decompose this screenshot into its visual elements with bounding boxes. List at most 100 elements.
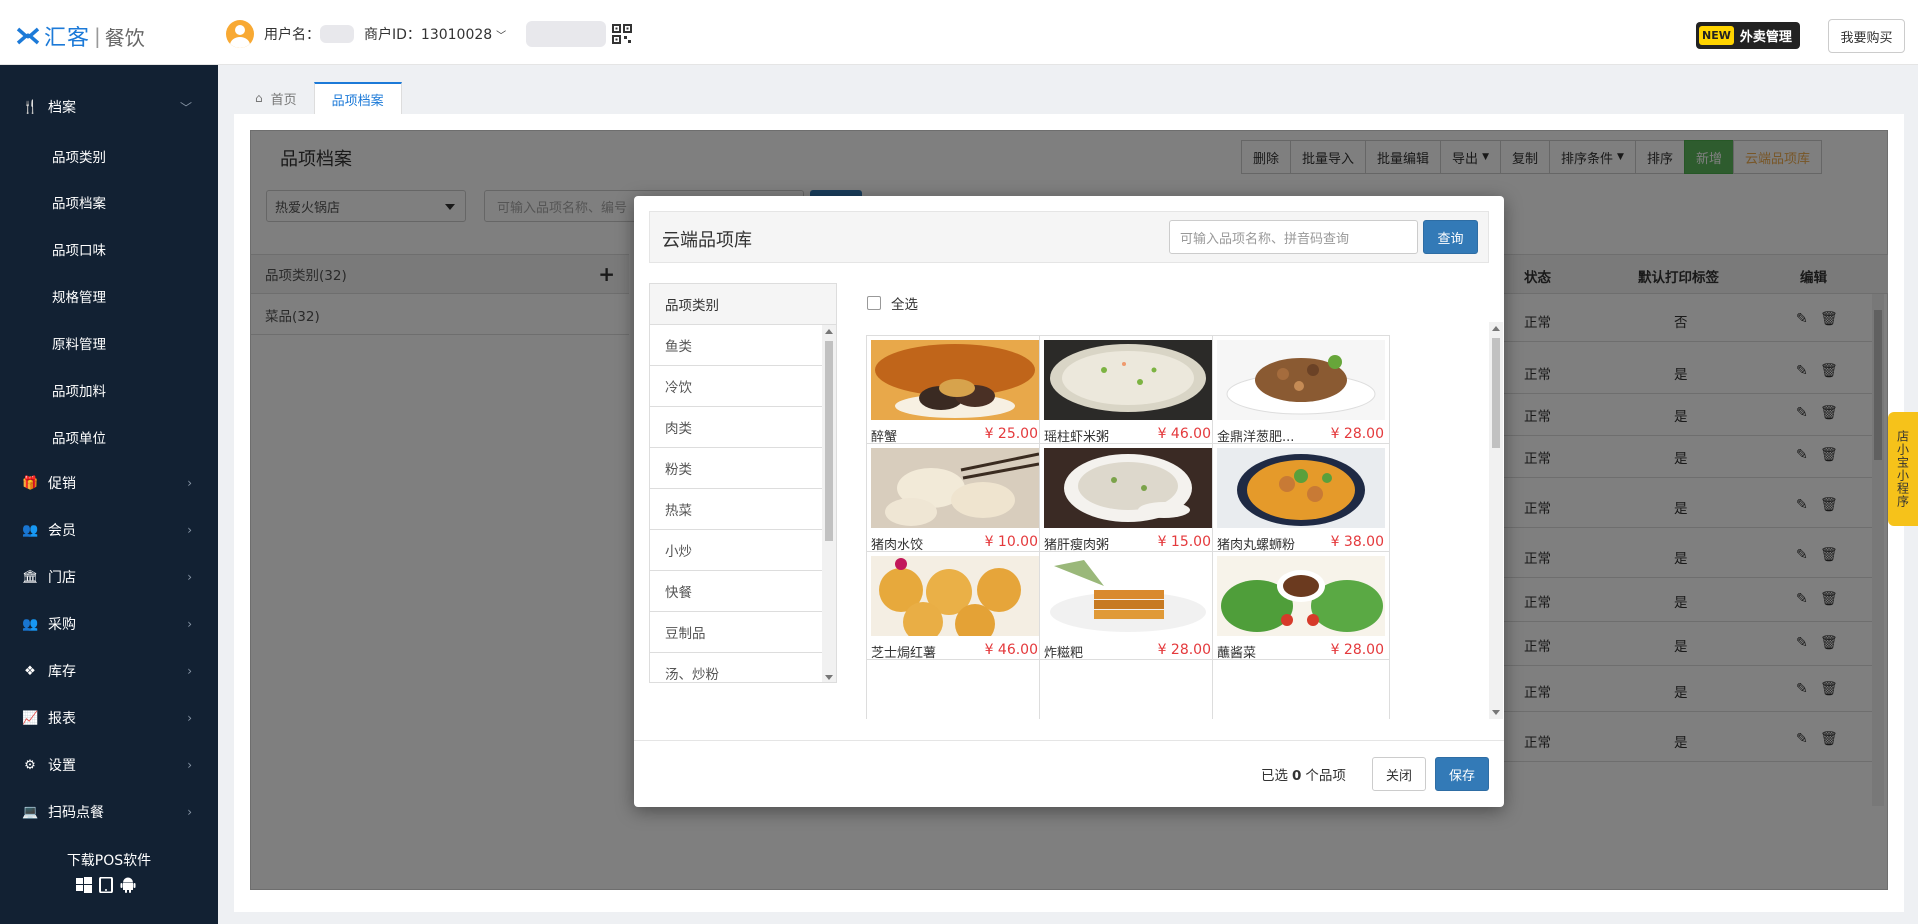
item-card[interactable]: 芝士焗红薯 ¥ 46.00	[866, 551, 1044, 668]
sidebar-sub-material[interactable]: 原料管理	[52, 333, 106, 353]
chevron-right-icon: ›	[187, 711, 192, 725]
item-photo	[1044, 340, 1212, 420]
chevron-right-icon: ›	[187, 758, 192, 772]
logo-separator: |	[94, 24, 101, 48]
close-button[interactable]: 关闭	[1372, 757, 1426, 791]
sidebar-item-store[interactable]: 🏛 门店 ›	[0, 557, 218, 597]
modal-category-item[interactable]: 粉类	[650, 448, 822, 489]
username-label: 用户名：	[264, 27, 320, 43]
modal-item-grid: 醉蟹 ¥ 25.00 瑶柱虾米粥 ¥ 46.00 金鼎洋葱肥... ¥ 28.00 猪肉水饺…	[866, 322, 1476, 719]
item-card[interactable]	[866, 659, 1044, 719]
scroll-down-icon[interactable]	[1492, 710, 1500, 715]
laptop-icon: 💻	[22, 804, 39, 820]
tablet-icon[interactable]	[99, 876, 113, 897]
modal-category-item[interactable]: 热菜	[650, 489, 822, 530]
chevron-right-icon: ›	[187, 805, 192, 819]
tab-home[interactable]: ⌂ 首页	[238, 82, 314, 114]
sidebar-item-settings[interactable]: ⚙ 设置 ›	[0, 745, 218, 785]
sidebar-sub-archive[interactable]: 品项档案	[52, 192, 106, 212]
sidebar-item-promotion[interactable]: 🎁 促销 ›	[0, 463, 218, 503]
select-all[interactable]: 全选	[867, 293, 918, 313]
modal-category-item[interactable]: 冷饮	[650, 366, 822, 407]
android-icon[interactable]	[120, 877, 136, 897]
sidebar-item-inventory[interactable]: ❖ 库存 ›	[0, 651, 218, 691]
modal-search-button[interactable]: 查询	[1423, 220, 1478, 254]
modal-category-header: 品项类别	[650, 284, 836, 325]
scroll-up-icon[interactable]	[825, 329, 833, 334]
tab-item-archive[interactable]: 品项档案	[313, 82, 402, 114]
modal-footer: 已选 0 个品项 关闭 保存	[634, 740, 1504, 807]
item-card[interactable]: 醉蟹 ¥ 25.00	[866, 335, 1044, 452]
gear-icon: ⚙	[24, 757, 36, 773]
sidebar-sub-spec[interactable]: 规格管理	[52, 286, 106, 306]
scrollbar-thumb[interactable]	[1492, 338, 1500, 448]
item-photo	[871, 448, 1039, 528]
item-card[interactable]: 猪肉水饺 ¥ 10.00	[866, 443, 1044, 560]
sidebar-item-report[interactable]: 📈 报表 ›	[0, 698, 218, 738]
new-badge: NEW	[1699, 26, 1734, 45]
sidebar-item-label: 促销	[48, 476, 76, 492]
category-scrollbar[interactable]	[822, 325, 836, 682]
item-card[interactable]: 金鼎洋葱肥... ¥ 28.00	[1212, 335, 1390, 452]
merchant-id[interactable]: 商户ID：13010028	[364, 24, 492, 44]
tab-label: 首页	[270, 92, 297, 108]
item-price: ¥ 10.00	[984, 534, 1038, 550]
scroll-down-icon[interactable]	[825, 675, 833, 680]
sidebar-item-label: 报表	[48, 711, 76, 727]
chevron-down-icon: ﹀	[179, 100, 192, 115]
sidebar-item-archive[interactable]: 🍴 档案 ﹀	[0, 87, 218, 127]
buy-button[interactable]: 我要购买	[1828, 19, 1905, 53]
item-grid-scrollbar[interactable]	[1489, 322, 1503, 719]
sidebar-sub-category[interactable]: 品项类别	[52, 146, 106, 166]
item-card[interactable]: 蘸酱菜 ¥ 28.00	[1212, 551, 1390, 668]
username-blurred	[320, 25, 354, 43]
modal-category-item[interactable]: 豆制品	[650, 612, 822, 653]
scroll-up-icon[interactable]	[1492, 326, 1500, 331]
logo-subtext: 餐饮	[104, 25, 145, 50]
modal-category-item[interactable]: 汤、炒粉	[650, 653, 822, 682]
sidebar-item-purchase[interactable]: 👥 采购 ›	[0, 604, 218, 644]
mini-program-tab[interactable]: 店小宝小程序	[1888, 412, 1918, 526]
os-icons	[76, 876, 136, 897]
item-price: ¥ 28.00	[1330, 426, 1384, 442]
item-price: ¥ 38.00	[1330, 534, 1384, 550]
sidebar-item-scan-order[interactable]: 💻 扫码点餐 ›	[0, 792, 218, 832]
item-photo	[1044, 448, 1212, 528]
modal-category-item[interactable]: 肉类	[650, 407, 822, 448]
line-chart-icon: 📈	[22, 710, 39, 726]
sidebar-item-label: 会员	[48, 523, 76, 539]
chevron-down-icon[interactable]: ﹀	[496, 27, 506, 42]
modal-category-item[interactable]: 小炒	[650, 530, 822, 571]
sidebar-sub-flavor[interactable]: 品项口味	[52, 239, 106, 259]
modal-category-item[interactable]: 快餐	[650, 571, 822, 612]
save-button[interactable]: 保存	[1435, 757, 1489, 791]
selected-count-value: 0	[1292, 768, 1302, 784]
modal-category-item[interactable]: 鱼类	[650, 325, 822, 366]
item-card[interactable]: 炸糍粑 ¥ 28.00	[1039, 551, 1217, 668]
item-price: ¥ 46.00	[1157, 426, 1211, 442]
selected-count: 已选 0 个品项	[1261, 764, 1346, 784]
item-card[interactable]	[1039, 659, 1217, 719]
select-all-checkbox[interactable]	[867, 296, 881, 310]
avatar[interactable]	[226, 20, 254, 48]
modal-category-list: 品项类别 鱼类 冷饮 肉类 粉类 热菜 小炒 快餐 豆制品 汤、炒粉	[649, 283, 837, 683]
item-photo	[871, 340, 1039, 420]
item-card[interactable]	[1212, 659, 1390, 719]
scrollbar-thumb[interactable]	[825, 341, 833, 541]
takeout-management-button[interactable]: NEW 外卖管理	[1696, 22, 1800, 49]
item-card[interactable]: 瑶柱虾米粥 ¥ 46.00	[1039, 335, 1217, 452]
sidebar-sub-unit[interactable]: 品项单位	[52, 427, 106, 447]
item-card[interactable]: 猪肉丸螺蛳粉 ¥ 38.00	[1212, 443, 1390, 560]
chevron-right-icon: ›	[187, 523, 192, 537]
sidebar-sub-topping[interactable]: 品项加料	[52, 380, 106, 400]
windows-icon[interactable]	[76, 877, 92, 897]
modal-header: 云端品项库 可输入品项名称、拼音码查询 查询	[649, 211, 1489, 263]
qrcode-icon[interactable]	[612, 24, 633, 44]
users-icon: 👥	[22, 616, 39, 632]
download-pos-link[interactable]: 下载POS软件	[0, 850, 218, 870]
sidebar-item-label: 门店	[48, 570, 76, 586]
modal-search-input[interactable]: 可输入品项名称、拼音码查询	[1169, 220, 1418, 254]
item-card[interactable]: 猪肝瘦肉粥 ¥ 15.00	[1039, 443, 1217, 560]
utensils-icon: 🍴	[22, 99, 39, 115]
sidebar-item-member[interactable]: 👥 会员 ›	[0, 510, 218, 550]
